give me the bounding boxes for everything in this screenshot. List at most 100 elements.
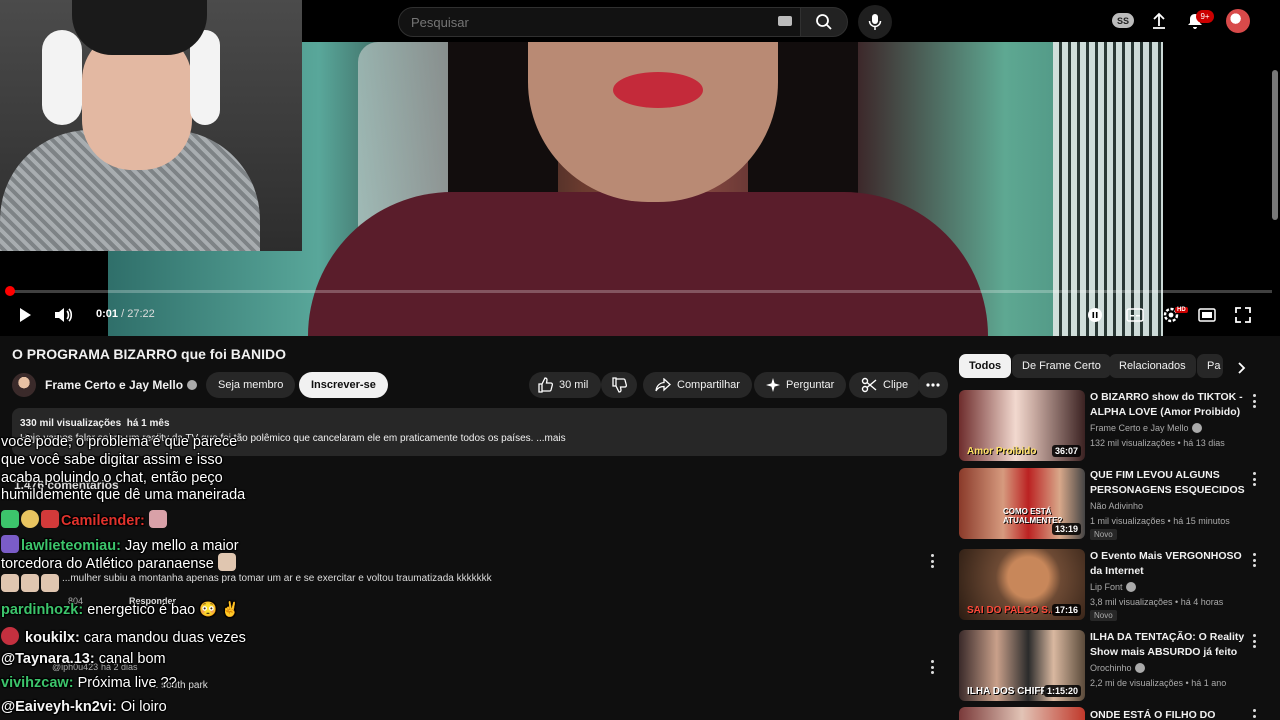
recommendation-title[interactable]: QUE FIM LEVOU ALGUNS PERSONAGENS ESQUECI… — [1090, 468, 1245, 498]
channel-avatar[interactable] — [12, 373, 36, 397]
duration-badge: 1:15:20 — [1043, 685, 1081, 697]
emote-icon — [1, 574, 19, 592]
volume-icon — [55, 308, 73, 322]
video-thumbnail[interactable]: COMO ESTÁ ATUALMENTE? 13:19 — [959, 468, 1085, 539]
video-thumbnail[interactable]: SAI DO PALCO S... 17:16 — [959, 549, 1085, 620]
volume-button[interactable] — [52, 304, 74, 326]
chip-more[interactable]: Pa — [1197, 354, 1223, 378]
chip-from-channel[interactable]: De Frame Certo — [1012, 354, 1111, 378]
share-button[interactable]: Compartilhar — [643, 372, 752, 398]
upload-age: há 1 mês — [126, 418, 170, 429]
autoplay-toggle[interactable] — [1086, 306, 1104, 324]
dislike-button[interactable] — [601, 372, 637, 398]
recommendation-title[interactable]: ILHA DA TENTAÇÃO: O Reality Show mais AB… — [1090, 630, 1245, 660]
recommendation-item[interactable]: ILHA DOS CHIFR... 1:15:20 ILHA DA TENTAÇ… — [959, 630, 1269, 704]
video-thumbnail[interactable]: ILHA DOS CHIFR... 1:15:20 — [959, 630, 1085, 701]
thumbnail-text: Amor Proibido — [967, 446, 1037, 457]
fullscreen-button[interactable] — [1232, 304, 1254, 326]
recommendation-item[interactable]: SAI DO PALCO S... 17:16 O Evento Mais VE… — [959, 549, 1269, 623]
ask-button[interactable]: Perguntar — [754, 372, 847, 398]
progress-scrubber[interactable] — [5, 286, 15, 296]
chat-emotes — [1, 574, 61, 593]
more-actions-button[interactable] — [918, 372, 948, 398]
keyboard-icon[interactable] — [778, 16, 792, 26]
voice-search-button[interactable] — [858, 5, 892, 39]
account-avatar[interactable] — [1226, 9, 1250, 33]
theater-mode-button[interactable] — [1196, 305, 1218, 325]
recommendation-item[interactable]: Amor Proibido 36:07 O BIZARRO show do TI… — [959, 390, 1269, 464]
chat-message: humildemente que dê uma maneirada — [1, 487, 246, 503]
chat-username[interactable]: @Eaiveyh-kn2vi: — [1, 699, 117, 715]
notification-count-badge: 9+ — [1196, 10, 1214, 23]
progress-bar[interactable] — [8, 290, 1272, 293]
recommendation-title[interactable]: O Evento Mais VERGONHOSO da Internet — [1090, 549, 1245, 579]
verified-icon — [1125, 582, 1136, 592]
chat-message: pardinhozk: energetico é bao 😳 ✌ — [1, 601, 239, 618]
emote-icon — [41, 574, 59, 592]
video-lips — [613, 72, 703, 108]
page-scrollbar[interactable] — [1272, 70, 1278, 220]
chat-username[interactable]: pardinhozk: — [1, 602, 83, 618]
cast-badge[interactable]: SS — [1112, 13, 1134, 28]
video-thumbnail[interactable] — [959, 707, 1085, 720]
recommendation-channel-name: Lip Font — [1090, 582, 1123, 592]
video-player[interactable]: 0:01 / 27:22 HD — [0, 0, 1280, 336]
recommendation-channel[interactable]: Frame Certo e Jay Mello — [1090, 423, 1202, 433]
video-shirt — [308, 192, 988, 336]
chips-next-button[interactable] — [1232, 358, 1252, 378]
recommendation-title[interactable]: ONDE ESTÁ O FILHO DO — [1090, 708, 1245, 720]
chat-text: energetico é bao 😳 ✌ — [87, 602, 240, 618]
subscribe-button[interactable]: Inscrever-se — [299, 372, 388, 398]
play-button[interactable] — [14, 304, 36, 326]
recommendation-title[interactable]: O BIZARRO show do TIKTOK - ALPHA LOVE (A… — [1090, 390, 1245, 420]
recommendation-menu-button[interactable] — [1252, 394, 1256, 408]
create-button[interactable] — [1148, 10, 1170, 32]
recommendation-meta: 3,8 mil visualizações • há 4 horas — [1090, 597, 1224, 607]
emote-icon — [217, 553, 236, 571]
fullscreen-icon — [1235, 307, 1251, 323]
chat-text: Próxima live ?? — [77, 675, 177, 691]
verified-icon — [1191, 423, 1202, 433]
emote-icon — [1, 510, 19, 528]
recommendation-channel[interactable]: Lip Font — [1090, 582, 1136, 592]
upload-icon — [1153, 12, 1165, 29]
recommendation-item[interactable]: COMO ESTÁ ATUALMENTE? 13:19 QUE FIM LEVO… — [959, 468, 1269, 542]
recommendation-channel[interactable]: Não Adivinho — [1090, 501, 1143, 511]
recommendation-menu-button[interactable] — [1252, 472, 1256, 486]
clip-label: Clipe — [883, 379, 909, 391]
join-button[interactable]: Seja membro — [206, 372, 296, 398]
video-face — [528, 42, 778, 202]
like-button[interactable]: 30 mil — [529, 372, 601, 398]
chat-text: torcedora do Atlético paranaense — [1, 556, 214, 572]
chat-message: lawlieteomiau: Jay mello a maior — [1, 535, 239, 554]
chat-username[interactable]: lawlieteomiau: — [21, 538, 121, 554]
recommendation-menu-button[interactable] — [1252, 709, 1256, 720]
comment-menu-button[interactable] — [930, 554, 934, 568]
share-label: Compartilhar — [677, 379, 740, 391]
captions-button[interactable] — [1124, 305, 1146, 325]
chip-all[interactable]: Todos — [959, 354, 1012, 378]
thumbs-down-icon — [612, 377, 627, 393]
recommendation-channel[interactable]: Orochinho — [1090, 663, 1145, 673]
chat-username[interactable]: @Taynara.13: — [1, 651, 95, 667]
chip-related[interactable]: Relacionados — [1109, 354, 1196, 378]
search-input[interactable] — [411, 14, 771, 30]
duration-badge: 17:16 — [1051, 604, 1081, 616]
chat-text: Oi loiro — [120, 699, 167, 715]
new-badge: Novo — [1090, 610, 1117, 621]
recommendation-menu-button[interactable] — [1252, 553, 1256, 567]
video-thumbnail[interactable]: Amor Proibido 36:07 — [959, 390, 1085, 461]
recommendation-menu-button[interactable] — [1252, 634, 1256, 648]
chat-username[interactable]: vivihzcaw: — [1, 675, 74, 691]
chat-message: acaba poluindo o chat, então peço — [1, 470, 223, 486]
search-box[interactable] — [398, 7, 801, 37]
comment-menu-button[interactable] — [930, 660, 934, 674]
play-icon — [20, 308, 31, 322]
chat-username[interactable]: Camilender: — [61, 513, 145, 529]
search-button[interactable] — [800, 7, 848, 37]
duration-badge: 13:19 — [1051, 523, 1081, 535]
recommendation-item[interactable]: ONDE ESTÁ O FILHO DO — [959, 707, 1269, 720]
chat-username[interactable]: koukilx: — [25, 630, 80, 646]
channel-name[interactable]: Frame Certo e Jay Mello — [45, 378, 198, 392]
clip-button[interactable]: Clipe — [849, 372, 921, 398]
